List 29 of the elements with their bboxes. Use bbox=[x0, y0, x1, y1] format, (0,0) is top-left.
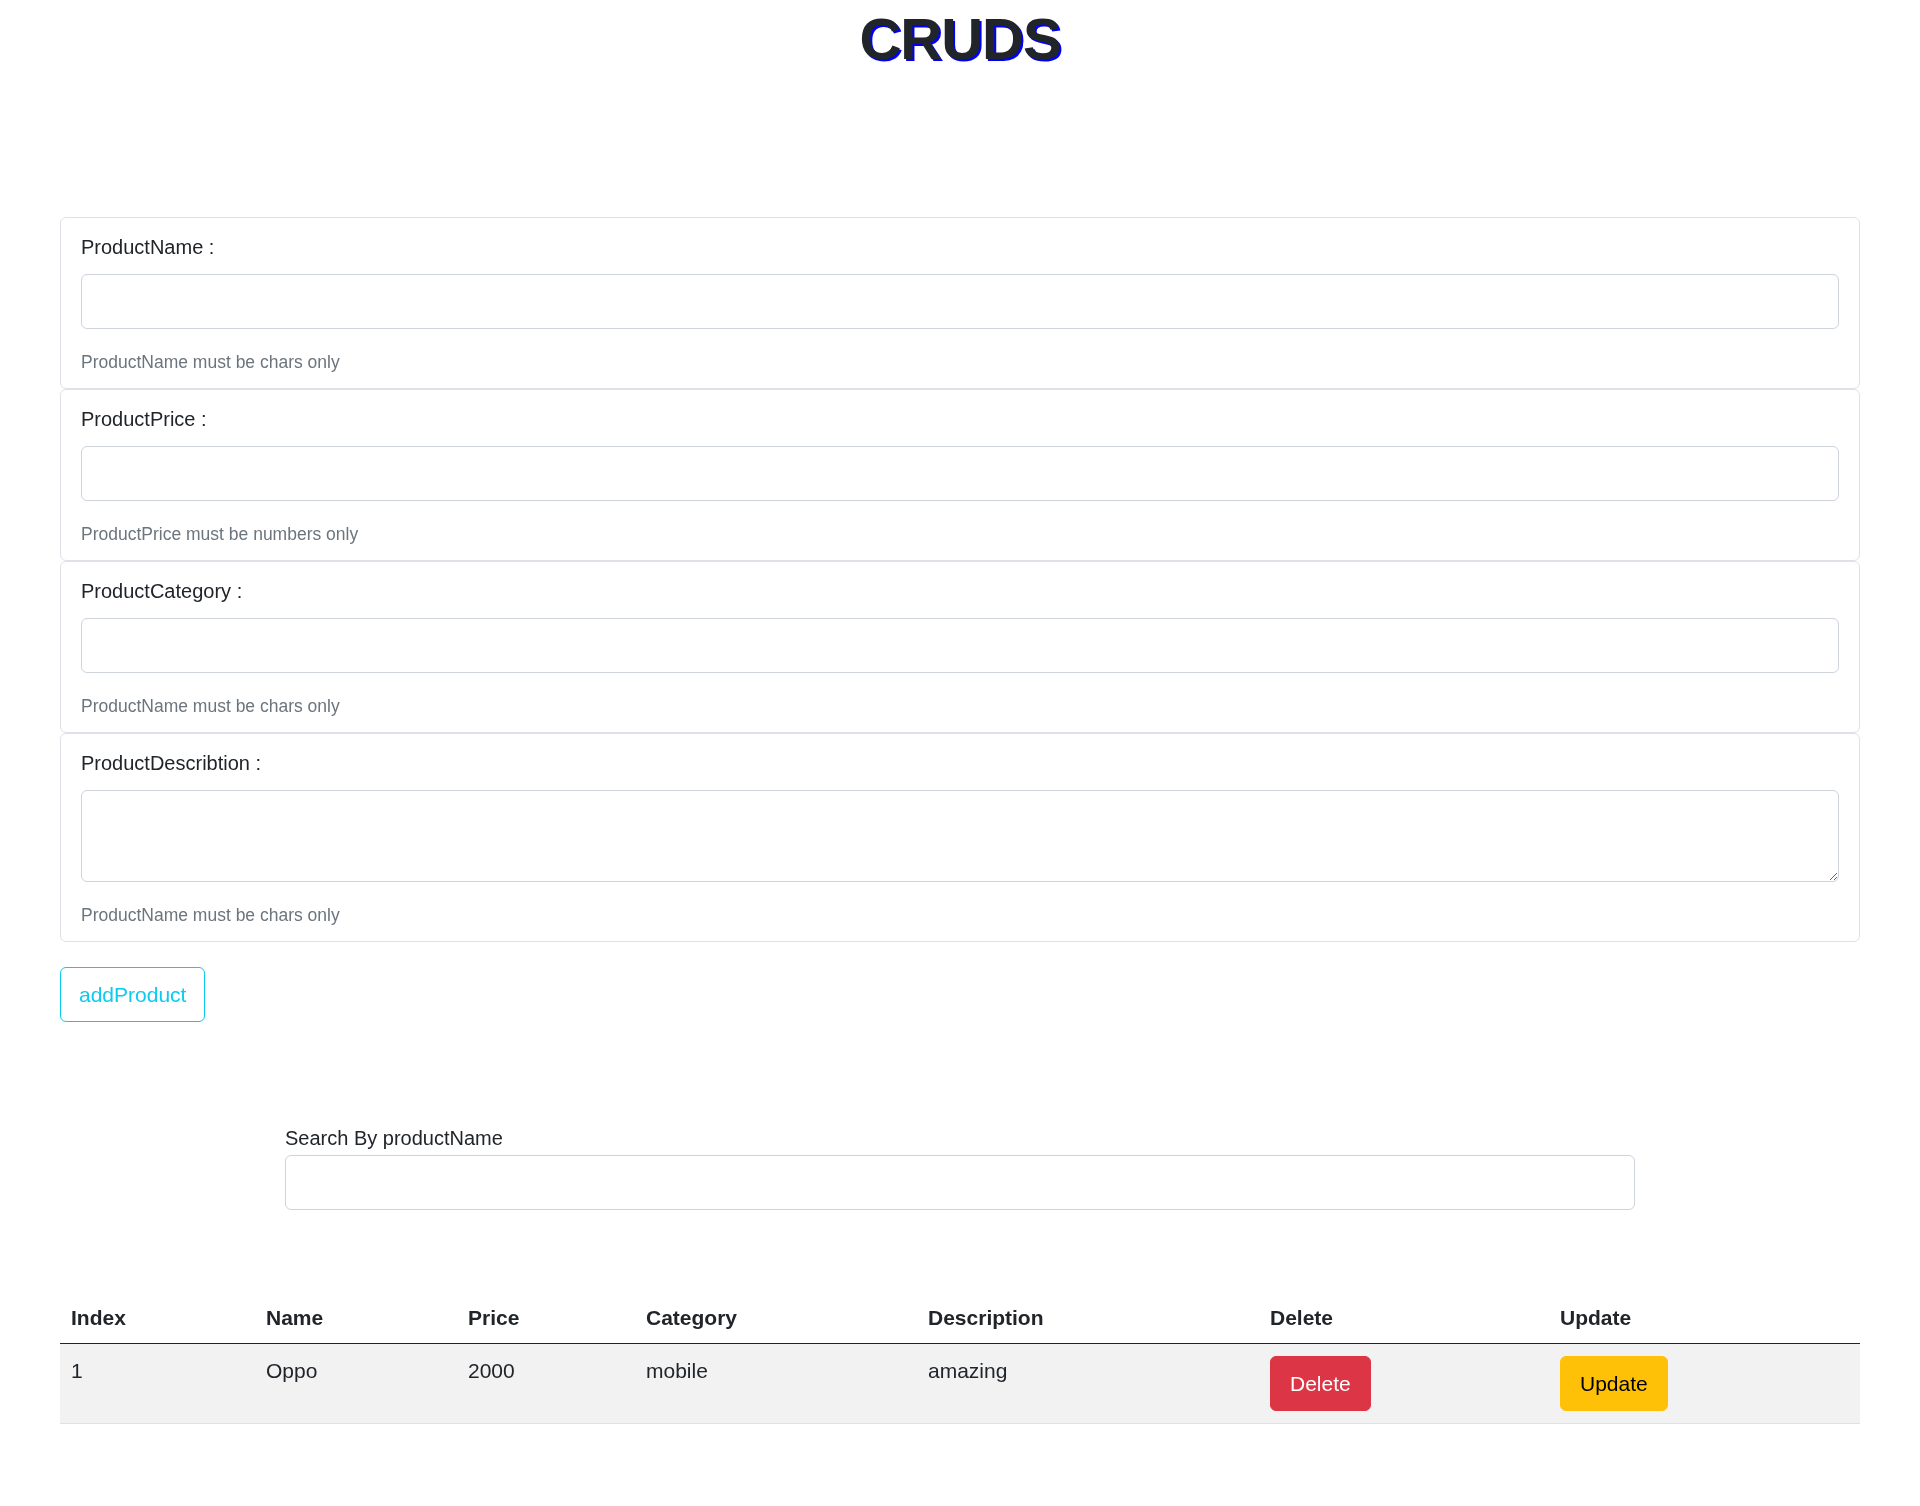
input-field[interactable] bbox=[81, 274, 1839, 329]
update-button[interactable]: Update bbox=[1560, 1356, 1668, 1411]
field-label: ProductName : bbox=[81, 235, 215, 260]
field-label: ProductPrice : bbox=[81, 407, 207, 432]
table-cell: amazing bbox=[917, 1343, 1259, 1424]
table-cell: 1 bbox=[60, 1343, 255, 1424]
column-header: Price bbox=[457, 1293, 635, 1344]
search-label: Search By productName bbox=[285, 1126, 503, 1151]
hint-text: ProductName must be chars only bbox=[81, 695, 340, 718]
page-title: CRUDS bbox=[859, 5, 1061, 73]
column-header: Delete bbox=[1259, 1293, 1549, 1344]
input-field[interactable] bbox=[81, 446, 1839, 501]
hint-text: ProductName must be chars only bbox=[81, 351, 340, 374]
delete-button[interactable]: Delete bbox=[1270, 1356, 1371, 1411]
search-field[interactable] bbox=[285, 1155, 1635, 1210]
table-cell: 2000 bbox=[457, 1343, 635, 1424]
column-header: Category bbox=[635, 1293, 917, 1344]
table-cell: Oppo bbox=[255, 1343, 457, 1424]
column-header: Index bbox=[60, 1293, 255, 1344]
column-header: Description bbox=[917, 1293, 1259, 1344]
column-header: Update bbox=[1549, 1293, 1860, 1344]
field-label: ProductCategory : bbox=[81, 579, 243, 604]
field-label: ProductDescribtion : bbox=[81, 751, 262, 776]
table-cell: mobile bbox=[635, 1343, 917, 1424]
hint-text: ProductName must be chars only bbox=[81, 904, 340, 927]
column-header: Name bbox=[255, 1293, 457, 1344]
input-field[interactable] bbox=[81, 618, 1839, 673]
textarea-field[interactable] bbox=[81, 790, 1839, 882]
hint-text: ProductPrice must be numbers only bbox=[81, 523, 359, 546]
